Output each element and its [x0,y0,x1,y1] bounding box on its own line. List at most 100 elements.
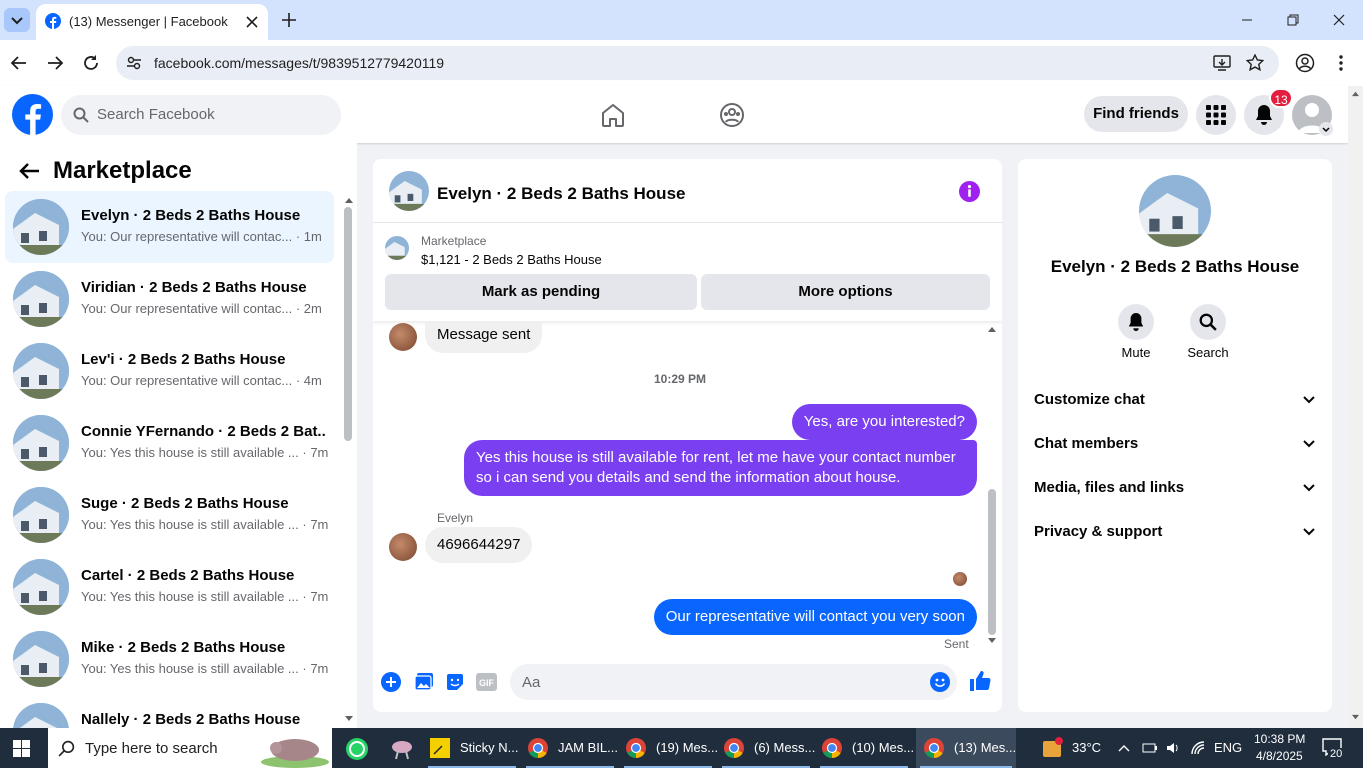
message-input[interactable]: Aa [510,664,957,700]
browser-tab-messenger[interactable]: (13) Messenger | Facebook [36,4,268,40]
search-placeholder: Search Facebook [97,106,215,123]
conversation-item[interactable]: Evelyn · 2 Beds 2 Baths House You: Our r… [5,191,334,263]
listing-thumbnail [385,236,409,260]
facebook-logo-icon[interactable] [12,94,53,135]
conversation-item[interactable]: Lev'i · 2 Beds 2 Baths House You: Our re… [5,335,334,407]
input-language[interactable]: ENG [1214,740,1242,755]
sidebar-scrollbar[interactable] [344,207,352,441]
app-icon[interactable] [390,737,414,761]
details-avatar[interactable] [1139,175,1211,247]
more-options-button[interactable]: More options [701,274,990,310]
kebab-menu-icon[interactable] [1333,53,1349,73]
close-window-button[interactable] [1316,0,1362,40]
address-bar[interactable]: facebook.com/messages/t/9839512779420119 [116,46,1279,80]
message-bubble-outgoing: Yes, are you interested? [791,404,977,440]
chrome-icon [528,738,548,758]
clock-time[interactable]: 10:38 PM [1254,732,1305,746]
clock-date[interactable]: 4/8/2025 [1256,749,1303,763]
house-thumbnail [13,415,69,471]
plus-circle-icon[interactable] [381,672,401,692]
account-chevron-icon[interactable] [1319,122,1333,136]
conversation-name: Nallely · 2 Beds 2 Baths House [81,711,301,728]
close-icon [1333,14,1345,26]
scroll-down-icon[interactable] [1351,714,1360,721]
taskbar-app-chrome[interactable]: (19) Mes... [620,728,718,768]
scroll-up-icon[interactable] [344,196,354,204]
thumbs-up-icon[interactable] [969,670,991,692]
mute-button[interactable] [1118,304,1154,340]
house-thumbnail [13,199,69,255]
conversation-item[interactable]: Nallely · 2 Beds 2 Baths House [5,695,334,728]
search-highlight-icon [261,739,329,768]
grid-menu-icon [1206,105,1226,125]
tab-search-button[interactable] [4,8,30,32]
back-arrow-icon[interactable] [10,54,28,72]
scroll-up-icon[interactable] [987,325,997,333]
close-tab-icon[interactable] [246,16,258,28]
bookmark-star-icon[interactable] [1246,54,1264,72]
house-thumbnail [13,487,69,543]
new-tab-icon[interactable] [281,12,297,28]
sticker-icon[interactable] [445,672,465,692]
battery-icon[interactable] [1142,740,1158,756]
conversation-preview: You: Our representative will contac... ·… [81,373,322,388]
groups-icon[interactable] [719,102,745,128]
conversation-item[interactable]: Cartel · 2 Beds 2 Baths House You: Yes t… [5,551,334,623]
menu-button[interactable] [1196,95,1236,135]
find-friends-button[interactable]: Find friends [1084,96,1188,132]
conversation-name: Lev'i · 2 Beds 2 Baths House [81,351,286,368]
restore-button[interactable] [1270,0,1316,40]
conversation-name: Suge · 2 Beds 2 Baths House [81,495,289,512]
chat-avatar[interactable] [389,171,429,211]
conversation-item[interactable]: Mike · 2 Beds 2 Baths House You: Yes thi… [5,623,334,695]
search-conversation-button[interactable] [1190,304,1226,340]
home-icon[interactable] [600,102,626,128]
photo-icon[interactable] [414,672,434,692]
message-scrollbar[interactable] [988,489,996,635]
scroll-down-icon[interactable] [344,715,354,723]
svg-text:GIF: GIF [479,678,495,688]
media-files-links-section[interactable]: Media, files and links [1034,467,1316,511]
forward-arrow-icon[interactable] [46,54,64,72]
privacy-support-section[interactable]: Privacy & support [1034,511,1316,555]
emoji-icon[interactable] [930,672,950,692]
taskbar-search-input[interactable]: Type here to search [48,728,332,768]
chevron-down-icon [1303,396,1315,404]
wifi-icon[interactable] [1190,740,1206,756]
bell-icon [1256,105,1272,125]
customize-chat-section[interactable]: Customize chat [1034,379,1316,423]
scroll-up-icon[interactable] [1351,90,1360,97]
chrome-icon [822,738,842,758]
taskbar-app-chrome[interactable]: (10) Mes... [816,728,914,768]
listing-title[interactable]: $1,121 - 2 Beds 2 Baths House [421,252,602,267]
conversation-item[interactable]: Suge · 2 Beds 2 Baths House You: Yes thi… [5,479,334,551]
message-bubble-outgoing: Yes this house is still available for re… [464,440,977,496]
weather-icon[interactable] [1040,737,1064,759]
taskbar-app-chrome[interactable]: (6) Mess... [718,728,815,768]
search-label: Search [1187,345,1229,360]
chevron-down-icon [11,17,23,25]
chat-members-section[interactable]: Chat members [1034,423,1316,467]
back-arrow-icon[interactable] [18,162,40,180]
page-scrollbar[interactable] [1348,86,1363,728]
chrome-icon [626,738,646,758]
volume-icon[interactable] [1165,740,1181,756]
info-icon[interactable] [959,181,980,202]
search-facebook-input[interactable]: Search Facebook [61,95,341,135]
mark-pending-button[interactable]: Mark as pending [385,274,697,310]
gif-icon[interactable]: GIF [476,672,497,692]
scroll-down-icon[interactable] [987,637,997,645]
conversation-item[interactable]: Viridian · 2 Beds 2 Baths House You: Our… [5,263,334,335]
whatsapp-icon[interactable] [345,737,369,761]
reload-icon[interactable] [82,54,100,72]
site-info-icon[interactable] [126,55,142,71]
chevron-up-icon[interactable] [1118,743,1130,753]
install-app-icon[interactable] [1213,54,1231,72]
windows-start-icon[interactable] [13,740,30,757]
conversation-item[interactable]: Connie YFernando · 2 Beds 2 Bat... You: … [5,407,334,479]
minimize-button[interactable] [1224,0,1270,40]
taskbar-app-chrome[interactable]: JAM BIL... [522,728,618,768]
profile-icon[interactable] [1295,53,1315,73]
taskbar-app-sticky-notes[interactable]: Sticky N... [424,728,520,768]
taskbar-app-chrome-active[interactable]: (13) Mes... [916,728,1016,768]
